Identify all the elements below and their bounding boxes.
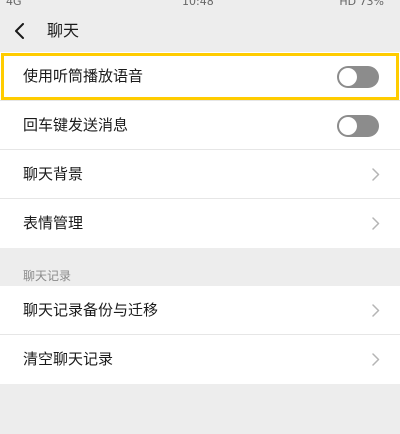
setting-label: 使用听筒播放语音 bbox=[23, 67, 144, 85]
toggle-knob bbox=[339, 117, 357, 135]
section-header-chat-history: 聊天记录 bbox=[23, 269, 72, 283]
chevron-right-icon bbox=[372, 304, 380, 317]
setting-label: 聊天记录备份与迁移 bbox=[23, 301, 159, 319]
earpiece-toggle[interactable] bbox=[337, 66, 379, 88]
setting-clear-chat-history[interactable]: 清空聊天记录 bbox=[0, 335, 400, 384]
chevron-left-icon[interactable] bbox=[13, 23, 27, 39]
chevron-right-icon bbox=[372, 217, 380, 230]
setting-enter-to-send[interactable]: 回车键发送消息 bbox=[0, 101, 400, 150]
setting-label: 回车键发送消息 bbox=[23, 116, 129, 134]
toggle-knob bbox=[339, 68, 357, 86]
status-signal: 4G bbox=[6, 0, 22, 8]
status-time: 10:48 bbox=[182, 0, 214, 8]
chat-history-group: 聊天记录备份与迁移 清空聊天记录 bbox=[0, 286, 400, 384]
setting-label: 清空聊天记录 bbox=[23, 350, 114, 368]
page-title: 聊天 bbox=[47, 21, 80, 40]
settings-group: 使用听筒播放语音 回车键发送消息 聊天背景 表情管理 bbox=[0, 52, 400, 248]
setting-label: 聊天背景 bbox=[23, 165, 84, 183]
setting-sticker-management[interactable]: 表情管理 bbox=[0, 199, 400, 248]
enter-send-toggle[interactable] bbox=[337, 115, 379, 137]
setting-backup-migrate[interactable]: 聊天记录备份与迁移 bbox=[0, 286, 400, 335]
chevron-right-icon bbox=[372, 168, 380, 181]
chevron-right-icon bbox=[372, 353, 380, 366]
status-battery: HD 73% bbox=[339, 0, 384, 8]
setting-label: 表情管理 bbox=[23, 214, 84, 232]
nav-bar: 聊天 bbox=[0, 10, 400, 52]
status-bar: 4G 10:48 HD 73% bbox=[0, 0, 400, 10]
setting-earpiece-voice[interactable]: 使用听筒播放语音 bbox=[0, 52, 400, 101]
setting-chat-background[interactable]: 聊天背景 bbox=[0, 150, 400, 199]
